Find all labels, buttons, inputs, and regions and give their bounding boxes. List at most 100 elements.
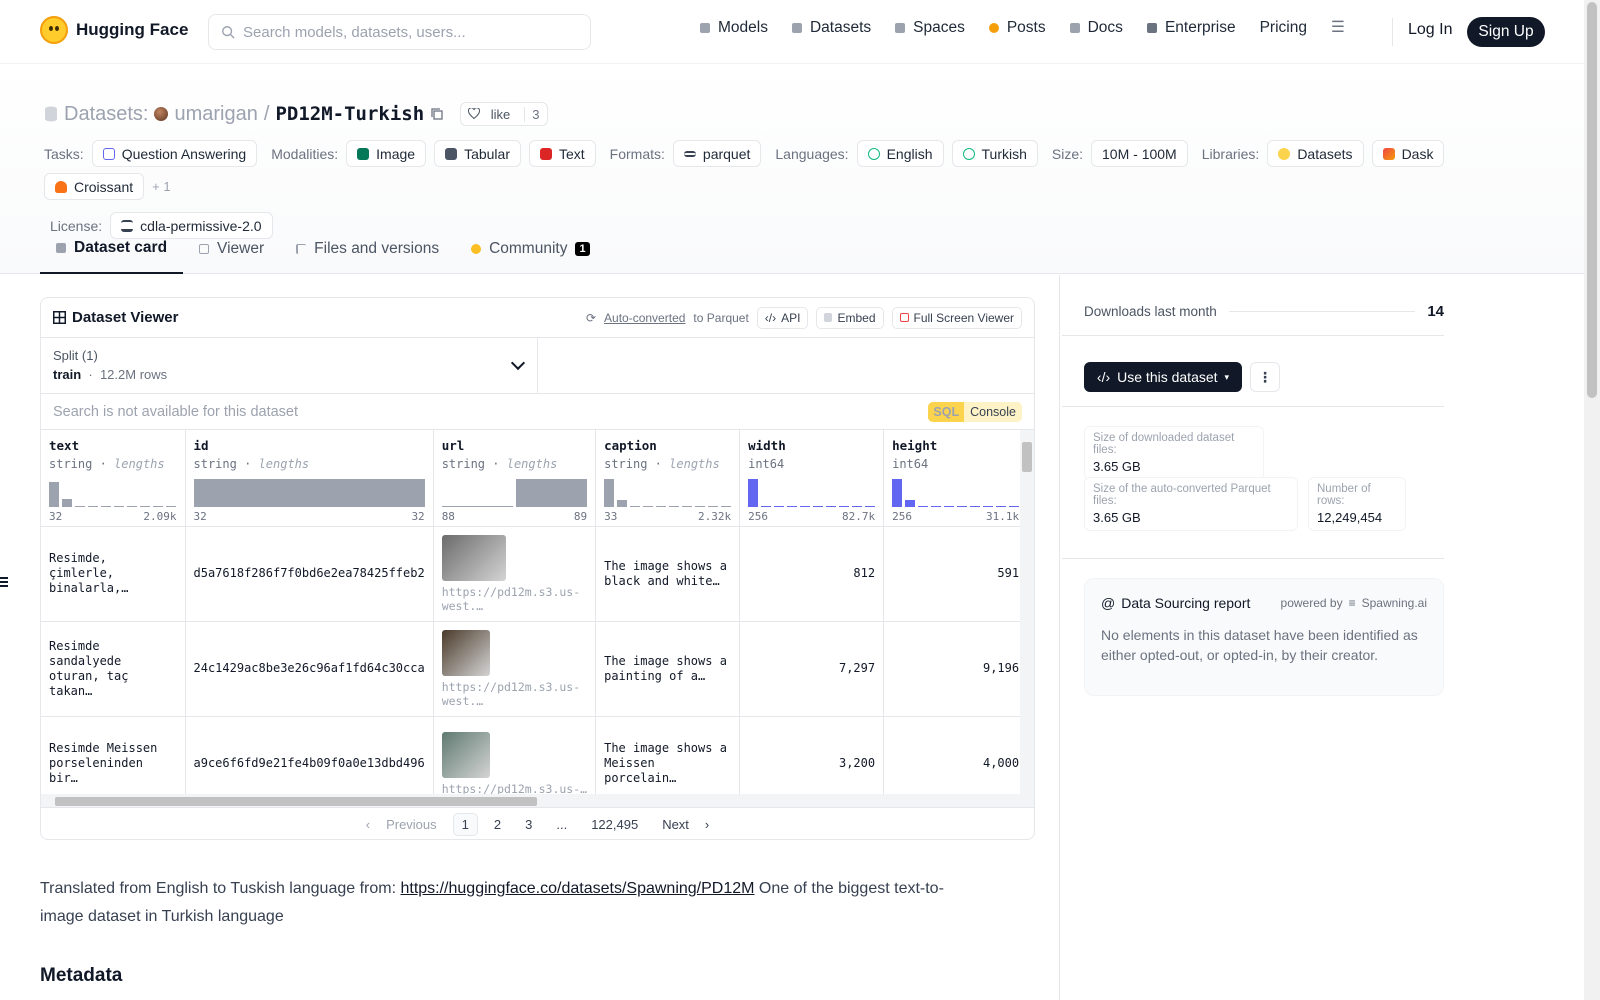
histogram-bar[interactable] [88, 505, 99, 507]
auto-converted-link[interactable]: Auto-converted [604, 311, 685, 325]
previous-page-button[interactable]: Previous [378, 814, 445, 835]
histogram-bar[interactable] [708, 505, 719, 507]
histogram-bar[interactable] [996, 505, 1007, 507]
image-thumbnail[interactable] [441, 731, 490, 778]
datasets-label[interactable]: Datasets: [64, 103, 148, 126]
next-page-button[interactable]: Next [654, 814, 697, 835]
histogram-bar[interactable] [944, 505, 955, 507]
page-scrollbar[interactable] [1584, 0, 1600, 1000]
column-header-url[interactable]: url string · lengths 88 89 [433, 430, 597, 527]
histogram-bar[interactable] [852, 505, 863, 507]
nav-pricing[interactable]: Pricing [1260, 19, 1307, 37]
histogram-bar[interactable] [721, 505, 732, 507]
nav-models[interactable]: Models [700, 19, 768, 37]
signup-button[interactable]: Sign Up [1467, 17, 1545, 47]
cell-text[interactable]: Resimde, çimlerle, binalarla,… [41, 526, 186, 622]
histogram-bar[interactable] [153, 505, 164, 507]
tag-question-answering[interactable]: Question Answering [91, 140, 258, 167]
use-dataset-button[interactable]: ‹/› Use this dataset ▾ [1084, 362, 1242, 392]
owner-link[interactable]: umarigan [174, 103, 257, 126]
table-row[interactable]: Resimde, çimlerle, binalarla,… d5a7618f28… [41, 526, 1029, 622]
vertical-scrollbar[interactable] [1020, 430, 1034, 794]
histogram-bar[interactable] [669, 505, 680, 507]
histogram-bar[interactable] [983, 505, 994, 507]
histogram-bar[interactable] [441, 505, 513, 507]
column-header-width[interactable]: width int64 256 82.7k [739, 430, 885, 527]
login-link[interactable]: Log In [1408, 21, 1452, 39]
embed-button[interactable]: Embed [816, 306, 884, 329]
histogram-bar[interactable] [656, 505, 667, 507]
column-header-caption[interactable]: caption string · lengths 33 2.32k [595, 430, 741, 527]
tag-dask[interactable]: Dask [1371, 140, 1445, 167]
toc-toggle-icon[interactable] [0, 577, 10, 589]
brand-logo[interactable]: Hugging Face [40, 16, 188, 44]
tag-datasets-library[interactable]: Datasets [1267, 140, 1364, 167]
cell-width[interactable]: 3,200 [739, 716, 885, 794]
image-thumbnail[interactable] [441, 534, 506, 581]
tab-viewer[interactable]: Viewer [183, 224, 280, 274]
histogram-bar[interactable] [970, 505, 981, 507]
copy-icon[interactable] [430, 107, 444, 121]
column-header-text[interactable]: text string · lengths 32 2.09k [41, 430, 186, 527]
source-dataset-link[interactable]: https://huggingface.co/datasets/Spawning… [400, 880, 754, 897]
scrollbar-thumb[interactable] [1022, 442, 1032, 472]
cell-caption[interactable]: The image shows a Meissen porcelain… [595, 716, 741, 794]
cell-id[interactable]: a9ce6f6fd9e21fe4b09f0a0e13dbd496 [185, 716, 434, 794]
histogram-bar[interactable] [166, 505, 177, 507]
dataset-name[interactable]: PD12M-Turkish [275, 103, 424, 125]
nav-datasets[interactable]: Datasets [791, 19, 871, 37]
like-button[interactable]: like 3 [460, 102, 548, 126]
tab-files[interactable]: Files and versions [280, 224, 455, 274]
nav-enterprise[interactable]: Enterprise [1146, 19, 1236, 37]
cell-url[interactable]: https://pd12m.s3.us-west.… [433, 621, 597, 717]
more-menu-icon[interactable]: ☰ [1331, 18, 1345, 37]
histogram-bar[interactable] [761, 505, 772, 507]
histogram-bar[interactable] [114, 505, 125, 507]
histogram-bar[interactable] [193, 479, 425, 507]
cell-text[interactable]: Resimde sandalyede oturan, taç takan… [41, 621, 186, 717]
cell-text[interactable]: Resimde Meissen porseleninden bir… [41, 716, 186, 794]
api-button[interactable]: ‹/› API [756, 306, 809, 329]
page-button[interactable]: 3 [517, 814, 540, 835]
histogram-bar[interactable] [813, 505, 824, 507]
tag-croissant[interactable]: Croissant [44, 173, 145, 200]
histogram-bar[interactable] [630, 505, 641, 507]
cell-height[interactable]: 9,196 [883, 621, 1029, 717]
image-thumbnail[interactable] [441, 629, 490, 676]
histogram-bar[interactable] [800, 505, 811, 507]
histogram-bar[interactable] [865, 505, 876, 507]
histogram-bar[interactable] [75, 505, 86, 507]
page-button[interactable]: 122,495 [583, 814, 646, 835]
histogram-bar[interactable] [787, 505, 798, 507]
tag-size[interactable]: 10M - 100M [1091, 140, 1188, 167]
histogram-bar[interactable] [49, 481, 60, 507]
full-screen-button[interactable]: Full Screen Viewer [891, 306, 1022, 329]
horizontal-scrollbar[interactable] [41, 794, 1034, 808]
histogram-bar[interactable] [62, 498, 73, 507]
nav-posts[interactable]: Posts [988, 19, 1046, 37]
histogram-bar[interactable] [957, 505, 968, 507]
cell-width[interactable]: 7,297 [739, 621, 885, 717]
histogram-bar[interactable] [931, 505, 942, 507]
tab-dataset-card[interactable]: Dataset card [40, 224, 184, 274]
histogram-bar[interactable] [1009, 505, 1020, 507]
nav-spaces[interactable]: Spaces [895, 19, 965, 37]
tag-tabular[interactable]: Tabular [434, 140, 521, 167]
spawning-link[interactable]: Spawning.ai [1362, 596, 1427, 610]
tag-text[interactable]: Text [528, 140, 596, 167]
global-search[interactable] [208, 14, 591, 50]
histogram-bar[interactable] [643, 505, 654, 507]
histogram-bar[interactable] [140, 505, 151, 507]
tag-turkish[interactable]: Turkish [951, 140, 1038, 167]
more-options-button[interactable]: ⋮ [1250, 362, 1280, 392]
page-button[interactable]: 1 [452, 812, 478, 836]
column-header-id[interactable]: id string · lengths 32 32 [185, 430, 434, 527]
histogram-bar[interactable] [774, 505, 785, 507]
histogram-bar[interactable] [695, 505, 706, 507]
histogram-bar[interactable] [748, 479, 759, 507]
page-scrollbar-thumb[interactable] [1587, 2, 1597, 398]
histogram-bar[interactable] [918, 505, 929, 507]
histogram-bar[interactable] [682, 505, 693, 507]
cell-width[interactable]: 812 [739, 526, 885, 622]
sql-console-button[interactable]: SQL Console [928, 401, 1022, 422]
